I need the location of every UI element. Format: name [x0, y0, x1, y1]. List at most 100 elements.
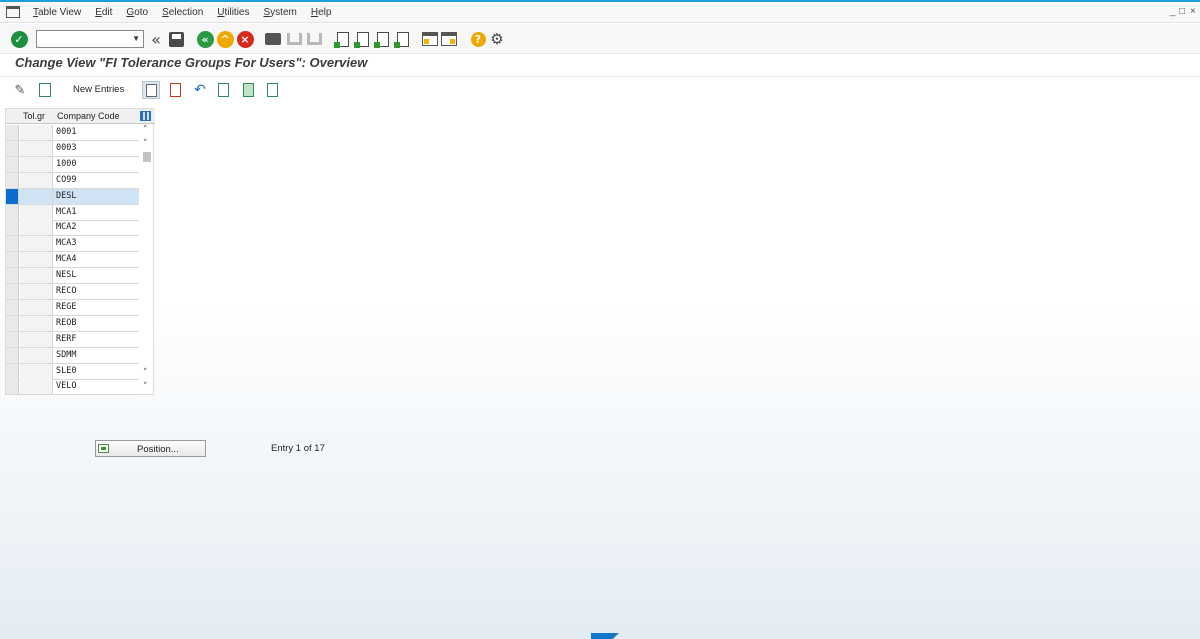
row-selector[interactable] — [6, 172, 19, 188]
save-button[interactable] — [167, 30, 185, 48]
delete-button[interactable] — [167, 82, 183, 98]
table-row[interactable]: NESL — [6, 268, 139, 285]
tol-gr-cell[interactable] — [20, 220, 53, 236]
tol-gr-cell[interactable] — [20, 363, 53, 379]
table-row[interactable]: VELO — [6, 379, 139, 396]
scroll-up-icon[interactable]: ˄ — [143, 125, 148, 135]
tol-gr-cell[interactable] — [20, 140, 53, 156]
exit-button[interactable]: ^ — [216, 30, 234, 48]
back-button[interactable]: « — [196, 30, 214, 48]
scroll-down-end-icon[interactable]: ˅ — [143, 382, 148, 392]
tol-gr-cell[interactable] — [20, 236, 53, 252]
row-selector[interactable] — [6, 315, 19, 331]
row-selector[interactable] — [6, 268, 19, 284]
system-menu-icon[interactable] — [6, 6, 20, 18]
minimize-button[interactable]: _ — [1170, 6, 1176, 17]
tol-gr-cell[interactable] — [20, 156, 53, 172]
shortcut-button[interactable] — [440, 30, 458, 48]
row-selector[interactable] — [6, 156, 19, 172]
tol-gr-cell[interactable] — [20, 379, 53, 395]
select-block-button[interactable] — [240, 82, 256, 98]
tol-gr-cell[interactable] — [20, 252, 53, 268]
new-entries-button[interactable]: New Entries — [73, 84, 124, 95]
last-page-button[interactable] — [394, 30, 412, 48]
row-selector[interactable] — [6, 140, 19, 156]
table-row[interactable]: MCA3 — [6, 236, 139, 253]
scroll-thumb[interactable] — [143, 152, 151, 162]
first-page-button[interactable] — [334, 30, 352, 48]
tol-gr-cell[interactable] — [20, 315, 53, 331]
close-window-button[interactable]: × — [1190, 6, 1196, 17]
row-selector[interactable] — [6, 363, 19, 379]
row-selector[interactable] — [6, 299, 19, 315]
display-change-button[interactable]: ✎ — [12, 82, 28, 98]
table-row[interactable]: MCA4 — [6, 252, 139, 269]
table-row[interactable]: 0001 — [6, 125, 139, 141]
table-row[interactable]: RECO — [6, 284, 139, 300]
row-selector[interactable] — [6, 331, 19, 347]
help-button[interactable]: ? — [469, 30, 487, 48]
table-scrollbar[interactable]: ˄ ˅ ˄ ˅ — [140, 124, 155, 394]
row-selector[interactable] — [6, 125, 19, 140]
table-row[interactable]: MCA1 — [6, 204, 139, 221]
column-header-company-code[interactable]: Company Code — [57, 111, 120, 121]
column-header-tol-gr[interactable]: Tol.gr — [23, 111, 45, 121]
next-page-button[interactable] — [374, 30, 392, 48]
menu-edit[interactable]: Edit — [88, 7, 119, 18]
select-all-button[interactable] — [215, 82, 231, 98]
chevron-down-icon[interactable]: ▼ — [132, 34, 140, 43]
collapse-command-icon[interactable]: « — [147, 30, 165, 49]
command-field[interactable]: ▼ — [36, 30, 144, 48]
scroll-down-icon[interactable]: ˅ — [143, 139, 148, 149]
tol-gr-cell[interactable] — [20, 188, 53, 204]
create-session-button[interactable] — [421, 30, 439, 48]
tol-gr-cell[interactable] — [20, 347, 53, 363]
row-selector[interactable] — [6, 204, 19, 220]
tol-gr-cell[interactable] — [20, 172, 53, 188]
row-selector[interactable] — [6, 379, 19, 395]
tol-gr-cell[interactable] — [20, 299, 53, 315]
table-row[interactable]: SDMM — [6, 347, 139, 364]
next-page-icon — [374, 31, 389, 48]
deselect-all-button[interactable] — [264, 82, 280, 98]
table-settings-icon[interactable] — [140, 111, 151, 121]
cancel-button[interactable]: × — [236, 30, 254, 48]
display-button[interactable] — [37, 82, 53, 98]
customize-layout-button[interactable]: ⚙ — [488, 30, 506, 48]
tol-gr-cell[interactable] — [20, 268, 53, 284]
menu-help[interactable]: Help — [304, 7, 339, 18]
restore-button[interactable]: □ — [1179, 6, 1185, 17]
menu-table-view[interactable]: Table View — [26, 7, 88, 18]
position-button[interactable]: Position... — [95, 440, 206, 457]
row-selector[interactable] — [6, 220, 19, 236]
undo-change-button[interactable]: ↶ — [192, 82, 208, 98]
row-selector[interactable] — [6, 188, 19, 204]
table-row[interactable]: CO99 — [6, 172, 139, 189]
enter-button[interactable]: ✓ — [10, 30, 28, 48]
previous-page-button[interactable] — [354, 30, 372, 48]
table-row[interactable]: RERF — [6, 331, 139, 348]
scroll-up-end-icon[interactable]: ˄ — [143, 368, 148, 378]
tol-gr-cell[interactable] — [20, 125, 53, 140]
menu-selection[interactable]: Selection — [155, 7, 210, 18]
table-row[interactable]: MCA2 — [6, 220, 139, 237]
tol-gr-cell[interactable] — [20, 331, 53, 347]
row-selector[interactable] — [6, 252, 19, 268]
table-row[interactable]: 0003 — [6, 140, 139, 157]
print-button[interactable] — [264, 30, 282, 48]
tol-gr-cell[interactable] — [20, 284, 53, 299]
row-selector[interactable] — [6, 236, 19, 252]
menu-utilities[interactable]: Utilities — [210, 7, 256, 18]
copy-as-button[interactable] — [142, 81, 160, 99]
menu-goto[interactable]: Goto — [119, 7, 155, 18]
table-row[interactable]: SLE0 — [6, 363, 139, 380]
table-row[interactable]: REGE — [6, 299, 139, 316]
menu-system[interactable]: System — [257, 7, 304, 18]
table-row[interactable]: 1000 — [6, 156, 139, 173]
tol-gr-cell[interactable] — [20, 204, 53, 220]
table-row[interactable]: REOB — [6, 315, 139, 332]
entry-counter: Entry 1 of 17 — [271, 443, 325, 454]
row-selector[interactable] — [6, 284, 19, 299]
table-row[interactable]: DESL — [6, 188, 139, 205]
row-selector[interactable] — [6, 347, 19, 363]
